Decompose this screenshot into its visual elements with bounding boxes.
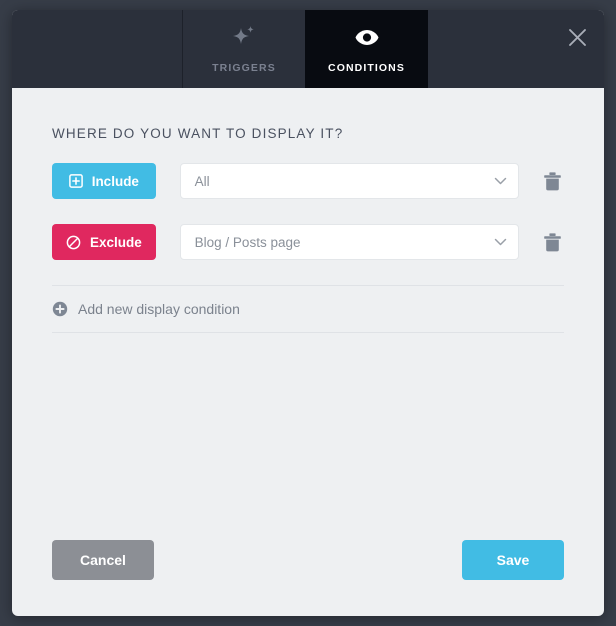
tab-triggers-label: TRIGGERS [212, 61, 276, 74]
delete-condition-button[interactable] [541, 167, 564, 195]
plus-square-icon [68, 174, 83, 188]
cancel-button[interactable]: Cancel [52, 540, 154, 580]
include-target-select[interactable]: All [179, 163, 519, 199]
plus-circle-icon [52, 301, 68, 317]
tab-bar: TRIGGERS CONDITIONS [182, 10, 428, 88]
include-target-select-value[interactable]: All [179, 163, 519, 199]
condition-row: Include All [52, 163, 564, 199]
trash-icon [543, 171, 562, 192]
modal-body: WHERE DO YOU WANT TO DISPLAY IT? Include… [12, 88, 604, 616]
close-icon[interactable] [556, 16, 598, 58]
divider-bottom [52, 332, 564, 333]
no-entry-icon [66, 235, 81, 250]
condition-type-include-button[interactable]: Include [52, 163, 156, 199]
tab-conditions[interactable]: CONDITIONS [305, 10, 428, 88]
condition-type-exclude-label: Exclude [89, 234, 142, 250]
delete-condition-button[interactable] [541, 228, 564, 256]
add-display-condition-label: Add new display condition [78, 301, 240, 317]
conditions-list: Include All Exclude Blog / Posts page [52, 163, 564, 285]
add-display-condition-button[interactable]: Add new display condition [52, 286, 564, 332]
exclude-target-select-value[interactable]: Blog / Posts page [179, 224, 519, 260]
section-title: WHERE DO YOU WANT TO DISPLAY IT? [52, 126, 344, 141]
save-button[interactable]: Save [462, 540, 564, 580]
eye-icon [352, 25, 382, 51]
tab-conditions-label: CONDITIONS [328, 61, 405, 74]
condition-type-exclude-button[interactable]: Exclude [52, 224, 156, 260]
exclude-target-select[interactable]: Blog / Posts page [179, 224, 519, 260]
sparkle-icon [229, 25, 259, 51]
display-conditions-modal: TRIGGERS CONDITIONS WHERE DO YOU WANT TO… [12, 10, 604, 616]
modal-footer: Cancel Save [52, 540, 564, 580]
condition-row: Exclude Blog / Posts page [52, 224, 564, 260]
condition-type-include-label: Include [91, 173, 139, 189]
tab-triggers[interactable]: TRIGGERS [182, 10, 305, 88]
modal-header: TRIGGERS CONDITIONS [12, 10, 604, 88]
trash-icon [543, 232, 562, 253]
